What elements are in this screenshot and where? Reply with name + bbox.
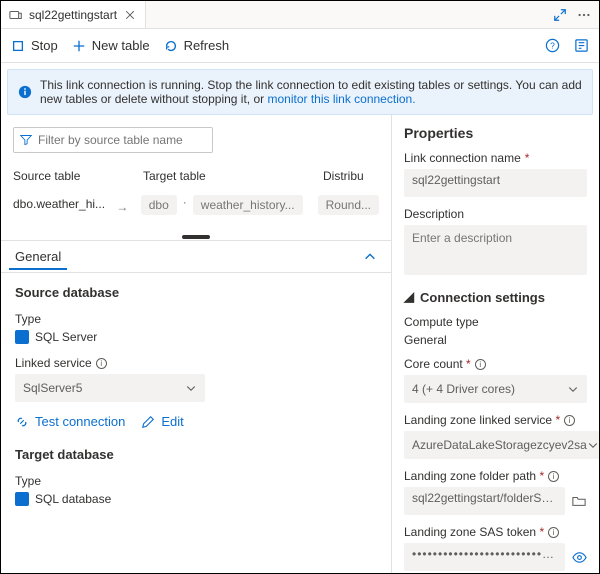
properties-heading: Properties: [404, 125, 587, 141]
folder-icon[interactable]: [571, 493, 587, 509]
info-banner: This link connection is running. Stop th…: [7, 69, 593, 115]
lzst-label: Landing zone SAS tokeni: [404, 525, 587, 539]
more-menu-icon[interactable]: [577, 8, 591, 22]
stop-icon: [11, 39, 25, 53]
tab-title: sql22gettingstart: [29, 8, 117, 22]
header-target[interactable]: Target table: [143, 169, 323, 183]
target-table: weather_history...: [193, 195, 303, 215]
expand-icon[interactable]: [553, 8, 567, 22]
table-row[interactable]: dbo.weather_hi... → dbo · weather_histor…: [13, 188, 379, 222]
help-icon[interactable]: ?: [545, 38, 560, 53]
header-source[interactable]: Source table: [13, 169, 143, 183]
tables-grid: Source table Target table Distribu dbo.w…: [13, 165, 379, 222]
info-icon[interactable]: i: [475, 359, 486, 370]
description-label: Description: [404, 207, 587, 221]
info-icon[interactable]: i: [96, 358, 107, 369]
arrow-icon: →: [116, 200, 128, 214]
pencil-icon: [141, 415, 155, 429]
new-table-button[interactable]: New table: [72, 38, 150, 53]
compute-type-label: Compute type: [404, 315, 587, 329]
header-distribution[interactable]: Distribu: [323, 169, 379, 183]
connection-settings-heading[interactable]: ◢ Connection settings: [404, 289, 587, 305]
link-icon: [15, 415, 29, 429]
linked-service-label: Linked servicei: [15, 356, 377, 370]
document-tab[interactable]: sql22gettingstart: [1, 1, 146, 28]
stop-label: Stop: [31, 38, 58, 53]
source-db-heading: Source database: [15, 285, 377, 300]
sql-database-icon: [15, 492, 29, 506]
target-type-value: SQL database: [15, 492, 377, 506]
lzls-label: Landing zone linked servicei: [404, 413, 587, 427]
filter-icon: [20, 134, 32, 146]
chevron-down-icon: [567, 383, 579, 395]
source-type-label: Type: [15, 312, 377, 326]
compute-type-value: General: [404, 333, 587, 347]
sql-server-icon: [15, 330, 29, 344]
target-db-heading: Target database: [15, 447, 377, 462]
info-icon[interactable]: i: [564, 415, 575, 426]
core-count-select[interactable]: 4 (+ 4 Driver cores): [404, 375, 587, 403]
target-schema: dbo: [141, 195, 177, 215]
new-table-label: New table: [92, 38, 150, 53]
plus-icon: [72, 39, 86, 53]
linked-service-select[interactable]: SqlServer5: [15, 374, 205, 402]
close-icon[interactable]: [123, 8, 137, 22]
filter-input-wrap[interactable]: [13, 127, 213, 153]
info-icon[interactable]: i: [548, 527, 559, 538]
triangle-down-icon: ◢: [404, 289, 414, 305]
monitor-link[interactable]: monitor this link connection.: [267, 92, 415, 106]
source-table-name: dbo.weather_hi...: [13, 197, 105, 211]
svg-text:?: ?: [550, 40, 555, 50]
edit-button[interactable]: Edit: [141, 414, 183, 429]
source-type-value: SQL Server: [15, 330, 377, 344]
annotation-circle: [397, 571, 517, 573]
refresh-icon: [164, 39, 178, 53]
tab-general[interactable]: General: [9, 243, 67, 270]
refresh-label: Refresh: [184, 38, 230, 53]
refresh-button[interactable]: Refresh: [164, 38, 230, 53]
lzls-select[interactable]: AzureDataLakeStoragezcyev2sa: [404, 431, 599, 459]
description-input[interactable]: Enter a description: [404, 225, 587, 275]
eye-icon[interactable]: [571, 549, 587, 565]
lzfp-label: Landing zone folder pathi: [404, 469, 587, 483]
lzst-input[interactable]: ••••••••••••••••••••••••••••••••••: [404, 543, 565, 571]
info-icon[interactable]: i: [548, 471, 559, 482]
test-connection-button[interactable]: Test connection: [15, 414, 125, 429]
link-name-input[interactable]: sql22gettingstart: [404, 169, 587, 197]
target-type-label: Type: [15, 474, 377, 488]
core-count-label: Core counti: [404, 357, 587, 371]
collapse-icon[interactable]: [363, 250, 383, 264]
lzfp-input[interactable]: sql22gettingstart/folderSql22gettin...: [404, 487, 565, 515]
info-icon: [18, 78, 32, 106]
link-name-label: Link connection name: [404, 151, 587, 165]
banner-text: This link connection is running. Stop th…: [40, 78, 582, 106]
link-connection-icon: [9, 8, 23, 22]
chevron-down-icon: [587, 439, 599, 451]
distribution-value: Round...: [318, 195, 379, 215]
stop-button[interactable]: Stop: [11, 38, 58, 53]
chevron-down-icon: [185, 382, 197, 394]
feedback-icon[interactable]: [574, 38, 589, 53]
filter-input[interactable]: [38, 133, 206, 147]
